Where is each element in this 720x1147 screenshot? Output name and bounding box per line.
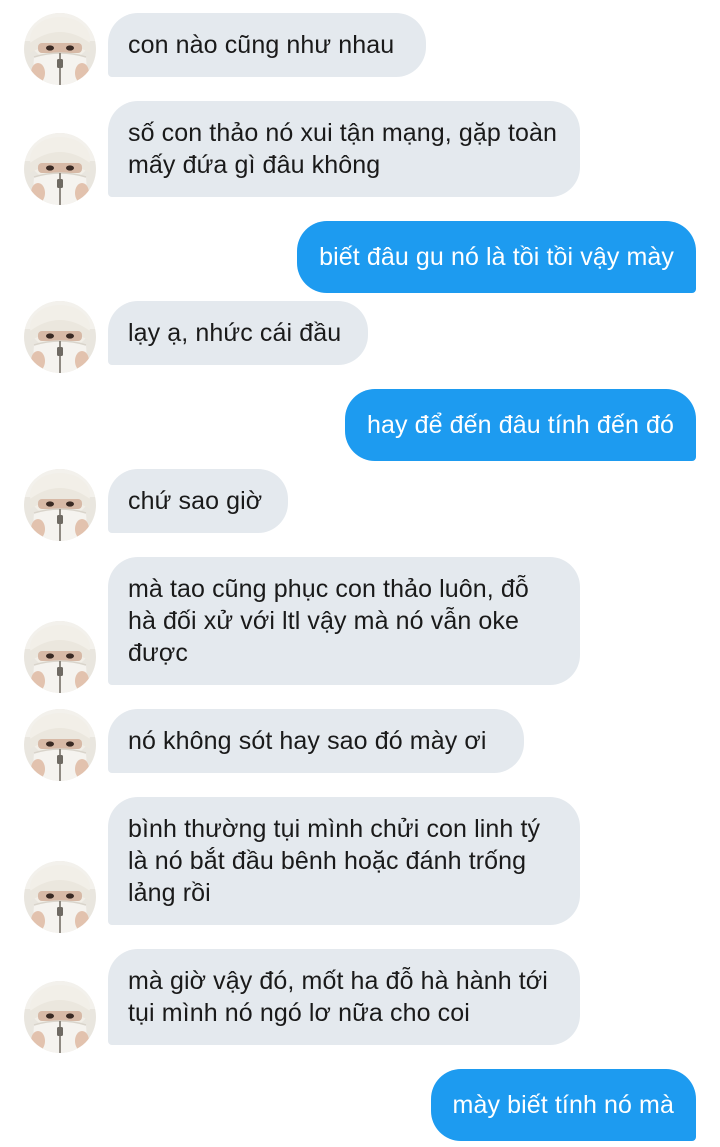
incoming-message-bubble[interactable]: số con thảo nó xui tận mạng, gặp toàn mấ… [108,101,580,197]
message-text: số con thảo nó xui tận mạng, gặp toàn mấ… [128,119,558,179]
incoming-message-bubble[interactable]: mà tao cũng phục con thảo luôn, đỗ hà đố… [108,557,580,685]
contact-avatar[interactable] [24,133,96,205]
avatar-person-in-white-hood-icon [24,301,96,373]
contact-avatar[interactable] [24,621,96,693]
contact-avatar[interactable] [24,13,96,85]
avatar-person-in-white-hood-icon [24,861,96,933]
message-text: bình thường tụi mình chửi con linh tý là… [128,815,541,907]
message-text: nó không sót hay sao đó mày ơi [128,727,487,755]
contact-avatar[interactable] [24,709,96,781]
outgoing-message-bubble[interactable]: biết đâu gu nó là tồi tồi vậy mày [297,221,696,293]
contact-avatar[interactable] [24,301,96,373]
avatar-person-in-white-hood-icon [24,621,96,693]
chat-conversation: con nào cũng như nhau số con thảo nó xui… [0,0,720,1147]
message-text: biết đâu gu nó là tồi tồi vậy mày [319,243,674,271]
message-text: chứ sao giờ [128,487,263,515]
outgoing-message-bubble[interactable]: mày biết tính nó mà [430,1069,696,1141]
contact-avatar[interactable] [24,861,96,933]
message-text: mà giờ vậy đó, mốt ha đỗ hà hành tới tụi… [128,967,548,1027]
incoming-message-bubble[interactable]: mà giờ vậy đó, mốt ha đỗ hà hành tới tụi… [108,949,580,1045]
avatar-person-in-white-hood-icon [24,133,96,205]
incoming-message-bubble[interactable]: nó không sót hay sao đó mày ơi [108,709,524,773]
message-text: mày biết tính nó mà [452,1091,674,1119]
incoming-message-bubble[interactable]: lạy ạ, nhức cái đầu [108,301,368,365]
outgoing-message-bubble[interactable]: hay để đến đâu tính đến đó [344,389,696,461]
incoming-message-bubble[interactable]: chứ sao giờ [108,469,288,533]
message-text: mà tao cũng phục con thảo luôn, đỗ hà đố… [128,575,529,667]
incoming-message-bubble[interactable]: bình thường tụi mình chửi con linh tý là… [108,797,580,925]
avatar-person-in-white-hood-icon [24,469,96,541]
avatar-person-in-white-hood-icon [24,981,96,1053]
contact-avatar[interactable] [24,469,96,541]
contact-avatar[interactable] [24,981,96,1053]
avatar-person-in-white-hood-icon [24,709,96,781]
avatar-person-in-white-hood-icon [24,13,96,85]
message-text: con nào cũng như nhau [128,31,395,59]
message-text: lạy ạ, nhức cái đầu [128,319,342,347]
message-text: hay để đến đâu tính đến đó [366,411,674,439]
incoming-message-bubble[interactable]: con nào cũng như nhau [108,13,426,77]
